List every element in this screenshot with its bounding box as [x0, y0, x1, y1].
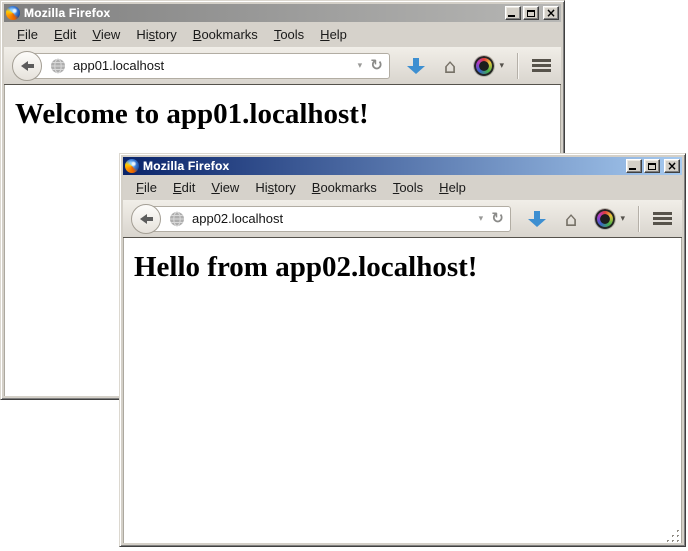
browser-window-app02: Mozilla Firefox × File Edit View History… — [119, 153, 686, 547]
download-arrow-icon — [407, 66, 425, 74]
minimize-icon — [508, 15, 515, 17]
minimize-button[interactable] — [626, 159, 642, 173]
download-button[interactable] — [406, 58, 426, 74]
download-arrow-icon — [528, 219, 546, 227]
reload-button[interactable]: ↻ — [370, 58, 383, 73]
menu-edit[interactable]: Edit — [165, 178, 203, 197]
globe-icon — [169, 211, 185, 227]
minimize-icon — [629, 168, 636, 170]
page-heading: Hello from app02.localhost! — [134, 251, 681, 284]
maximize-icon — [648, 163, 656, 170]
close-button[interactable]: × — [543, 6, 559, 20]
menu-help[interactable]: Help — [312, 25, 355, 44]
close-icon: × — [546, 8, 556, 18]
window-title: Mozilla Firefox — [143, 159, 626, 173]
maximize-button[interactable] — [523, 6, 539, 20]
url-bar[interactable]: app01.localhost ▾ ↻ — [27, 53, 390, 79]
close-icon: × — [667, 161, 677, 171]
menu-bookmarks[interactable]: Bookmarks — [304, 178, 385, 197]
menu-tools[interactable]: Tools — [266, 25, 312, 44]
menu-help[interactable]: Help — [431, 178, 474, 197]
toolbar-separator — [638, 206, 639, 232]
menu-edit[interactable]: Edit — [46, 25, 84, 44]
home-button[interactable]: ⌂ — [444, 56, 457, 76]
hamburger-menu-button[interactable] — [653, 212, 672, 225]
menu-bar: File Edit View History Bookmarks Tools H… — [4, 22, 561, 47]
url-bar[interactable]: app02.localhost ▾ ↻ — [146, 206, 511, 232]
menu-bookmarks[interactable]: Bookmarks — [185, 25, 266, 44]
back-button[interactable] — [131, 204, 161, 234]
menu-history[interactable]: History — [128, 25, 184, 44]
back-arrow-icon — [21, 61, 28, 71]
hamburger-menu-button[interactable] — [532, 59, 551, 72]
firefox-icon — [6, 6, 20, 20]
menu-tools[interactable]: Tools — [385, 178, 431, 197]
firefox-icon — [125, 159, 139, 173]
menu-bar: File Edit View History Bookmarks Tools H… — [123, 175, 682, 200]
menu-file[interactable]: File — [9, 25, 46, 44]
url-dropdown-icon[interactable]: ▾ — [479, 214, 484, 224]
url-text[interactable]: app02.localhost — [192, 211, 475, 226]
maximize-icon — [527, 10, 535, 17]
maximize-button[interactable] — [644, 159, 660, 173]
download-button[interactable] — [527, 211, 547, 227]
addon-colorwheel-button[interactable] — [595, 209, 615, 229]
back-arrow-icon — [140, 214, 147, 224]
window-controls: × — [626, 159, 680, 173]
close-button[interactable]: × — [664, 159, 680, 173]
addon-colorwheel-button[interactable] — [474, 56, 494, 76]
title-bar[interactable]: Mozilla Firefox × — [4, 4, 561, 22]
page-content: Hello from app02.localhost! — [123, 238, 682, 543]
window-controls: × — [505, 6, 559, 20]
resize-grip[interactable] — [667, 529, 681, 543]
home-button[interactable]: ⌂ — [565, 209, 578, 229]
reload-button[interactable]: ↻ — [491, 211, 504, 226]
menu-view[interactable]: View — [84, 25, 128, 44]
back-button[interactable] — [12, 51, 42, 81]
addon-caret-icon[interactable]: ▾ — [620, 214, 625, 224]
url-dropdown-icon[interactable]: ▾ — [358, 61, 363, 71]
menu-view[interactable]: View — [203, 178, 247, 197]
title-bar[interactable]: Mozilla Firefox × — [123, 157, 682, 175]
toolbar-separator — [517, 53, 518, 79]
addon-caret-icon[interactable]: ▾ — [499, 61, 504, 71]
page-heading: Welcome to app01.localhost! — [15, 98, 560, 131]
menu-history[interactable]: History — [247, 178, 303, 197]
minimize-button[interactable] — [505, 6, 521, 20]
menu-file[interactable]: File — [128, 178, 165, 197]
navigation-toolbar: app01.localhost ▾ ↻ ⌂ ▾ — [4, 47, 561, 85]
globe-icon — [50, 58, 66, 74]
navigation-toolbar: app02.localhost ▾ ↻ ⌂ ▾ — [123, 200, 682, 238]
window-title: Mozilla Firefox — [24, 6, 505, 20]
url-text[interactable]: app01.localhost — [73, 58, 354, 73]
